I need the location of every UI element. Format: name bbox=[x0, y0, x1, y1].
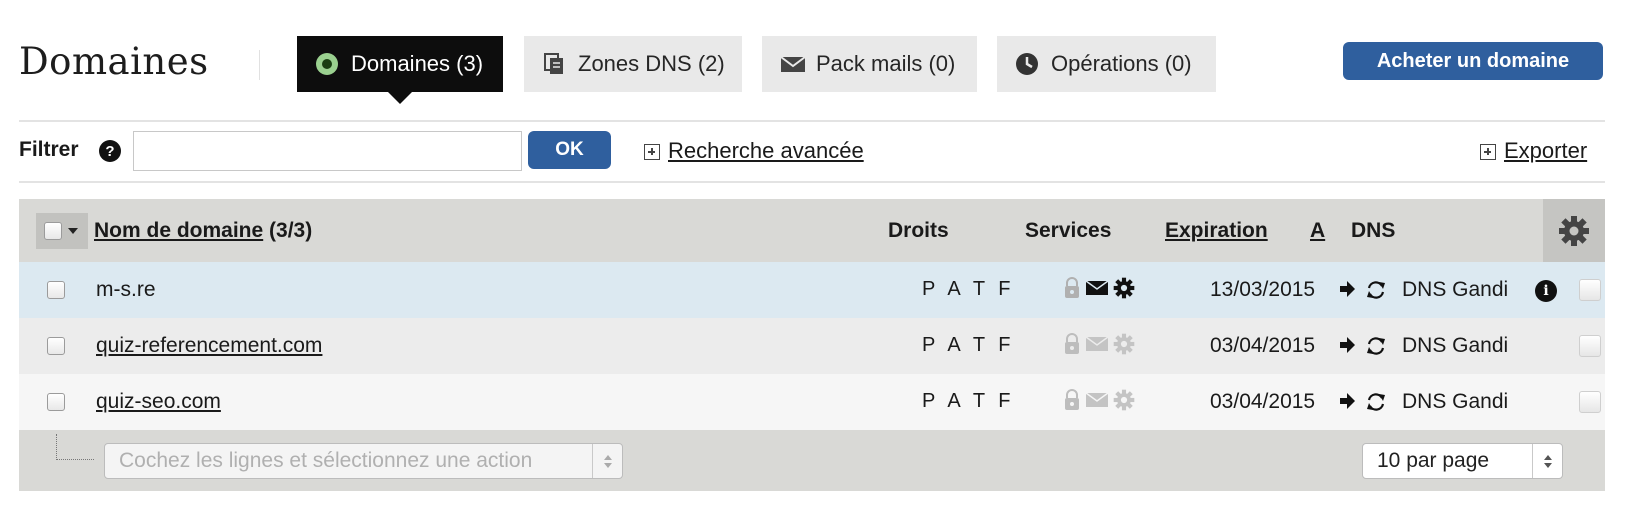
expand-icon bbox=[644, 144, 660, 161]
advanced-search-label: Recherche avancée bbox=[668, 138, 864, 163]
record-icon bbox=[315, 52, 339, 76]
ok-button[interactable]: OK bbox=[528, 131, 611, 169]
page-title: Domaines bbox=[19, 40, 209, 83]
column-auto-renew[interactable]: A bbox=[1310, 219, 1325, 243]
row-checkbox[interactable] bbox=[47, 281, 65, 299]
row-checkbox[interactable] bbox=[47, 393, 65, 411]
column-domain-name[interactable]: Nom de domaine (3/3) bbox=[94, 219, 312, 243]
gear-icon[interactable] bbox=[1113, 389, 1135, 411]
select-all-dropdown[interactable] bbox=[36, 213, 88, 249]
tab-domains[interactable]: Domaines (3) bbox=[297, 36, 503, 104]
tab-dns-zones[interactable]: Zones DNS (2) bbox=[524, 36, 742, 92]
buy-domain-button[interactable]: Acheter un domaine bbox=[1343, 42, 1603, 80]
domains-table: Nom de domaine (3/3) Droits Services Exp… bbox=[19, 199, 1605, 491]
expiration-date: 03/04/2015 bbox=[1210, 334, 1316, 357]
per-page-select[interactable]: 10 par page bbox=[1362, 443, 1563, 479]
tab-label: Zones DNS (2) bbox=[578, 51, 725, 76]
tab-operations[interactable]: Opérations (0) bbox=[997, 36, 1216, 92]
domain-name-link[interactable]: quiz-referencement.com bbox=[96, 334, 322, 358]
help-icon[interactable]: ? bbox=[99, 140, 121, 162]
export-link[interactable]: Exporter bbox=[1480, 138, 1587, 164]
advanced-search-link[interactable]: Recherche avancée bbox=[644, 138, 864, 164]
envelope-icon[interactable] bbox=[1085, 335, 1109, 353]
select-all-checkbox[interactable] bbox=[44, 222, 62, 240]
lock-icon[interactable] bbox=[1063, 388, 1081, 412]
refresh-icon[interactable] bbox=[1365, 279, 1387, 301]
clock-icon bbox=[1015, 52, 1039, 76]
bulk-action-select[interactable]: Cochez les lignes et sélectionnez une ac… bbox=[104, 443, 623, 479]
gear-icon[interactable] bbox=[1113, 333, 1135, 355]
filter-input[interactable] bbox=[133, 131, 522, 171]
services-icons bbox=[1063, 388, 1135, 412]
title-divider bbox=[259, 50, 260, 80]
bulk-action-placeholder: Cochez les lignes et sélectionnez une ac… bbox=[119, 449, 533, 472]
tab-label: Pack mails (0) bbox=[816, 51, 956, 76]
arrow-right-icon[interactable] bbox=[1340, 280, 1356, 298]
refresh-icon[interactable] bbox=[1365, 335, 1387, 357]
gear-icon[interactable] bbox=[1113, 277, 1135, 299]
select-arrows-icon bbox=[592, 444, 622, 478]
lock-icon[interactable] bbox=[1063, 332, 1081, 356]
table-row[interactable]: quiz-seo.com P A T F 03/04/2015 DNS Gand… bbox=[19, 374, 1605, 430]
export-label: Exporter bbox=[1504, 138, 1588, 163]
envelope-icon[interactable] bbox=[1085, 279, 1109, 297]
envelope-icon bbox=[780, 52, 806, 76]
documents-icon bbox=[542, 52, 566, 76]
dns-value: DNS Gandi bbox=[1402, 334, 1509, 357]
domain-count: (3/3) bbox=[269, 219, 313, 242]
sort-domain-name[interactable]: Nom de domaine bbox=[94, 219, 263, 242]
dns-value: DNS Gandi bbox=[1402, 278, 1509, 301]
domain-name-link[interactable]: quiz-seo.com bbox=[96, 390, 221, 414]
refresh-icon[interactable] bbox=[1365, 391, 1387, 413]
rights: P A T F bbox=[922, 390, 1015, 412]
active-tab-pointer bbox=[388, 92, 412, 104]
column-rights: Droits bbox=[888, 219, 949, 242]
per-page-value: 10 par page bbox=[1377, 449, 1490, 472]
chevron-down-icon bbox=[68, 228, 78, 234]
table-header: Nom de domaine (3/3) Droits Services Exp… bbox=[19, 199, 1605, 262]
tab-label: Opérations (0) bbox=[1051, 51, 1192, 76]
services-icons bbox=[1063, 332, 1135, 356]
arrow-right-icon[interactable] bbox=[1340, 392, 1356, 410]
expiration-date: 13/03/2015 bbox=[1210, 278, 1316, 301]
domain-name: m-s.re bbox=[96, 278, 156, 301]
dns-value: DNS Gandi bbox=[1402, 390, 1509, 413]
services-icons bbox=[1063, 276, 1135, 300]
tree-connector bbox=[56, 434, 94, 460]
divider bbox=[19, 120, 1605, 122]
expiration-date: 03/04/2015 bbox=[1210, 390, 1316, 413]
envelope-icon[interactable] bbox=[1085, 391, 1109, 409]
row-select-box[interactable] bbox=[1579, 279, 1601, 301]
rights: P A T F bbox=[922, 334, 1015, 356]
row-select-box[interactable] bbox=[1579, 391, 1601, 413]
info-icon[interactable]: i bbox=[1535, 280, 1557, 302]
column-dns: DNS bbox=[1351, 219, 1396, 242]
gear-icon bbox=[1559, 215, 1589, 246]
tab-label: Domaines (3) bbox=[351, 51, 484, 76]
column-expiration[interactable]: Expiration bbox=[1165, 219, 1268, 243]
table-settings-button[interactable] bbox=[1543, 199, 1605, 262]
row-select-box[interactable] bbox=[1579, 335, 1601, 357]
column-services: Services bbox=[1025, 219, 1112, 242]
row-checkbox[interactable] bbox=[47, 337, 65, 355]
table-row[interactable]: quiz-referencement.com P A T F 03/04/201… bbox=[19, 318, 1605, 374]
select-arrows-icon bbox=[1532, 444, 1562, 478]
filter-label: Filtrer bbox=[19, 138, 79, 161]
arrow-right-icon[interactable] bbox=[1340, 336, 1356, 354]
divider bbox=[19, 181, 1605, 183]
lock-icon[interactable] bbox=[1063, 276, 1081, 300]
expand-icon bbox=[1480, 144, 1496, 161]
tab-mail-packs[interactable]: Pack mails (0) bbox=[762, 36, 977, 92]
table-footer: Cochez les lignes et sélectionnez une ac… bbox=[19, 430, 1605, 491]
table-row[interactable]: m-s.re P A T F 13/03/2015 DNS Gandi i bbox=[19, 262, 1605, 318]
rights: P A T F bbox=[922, 278, 1015, 300]
